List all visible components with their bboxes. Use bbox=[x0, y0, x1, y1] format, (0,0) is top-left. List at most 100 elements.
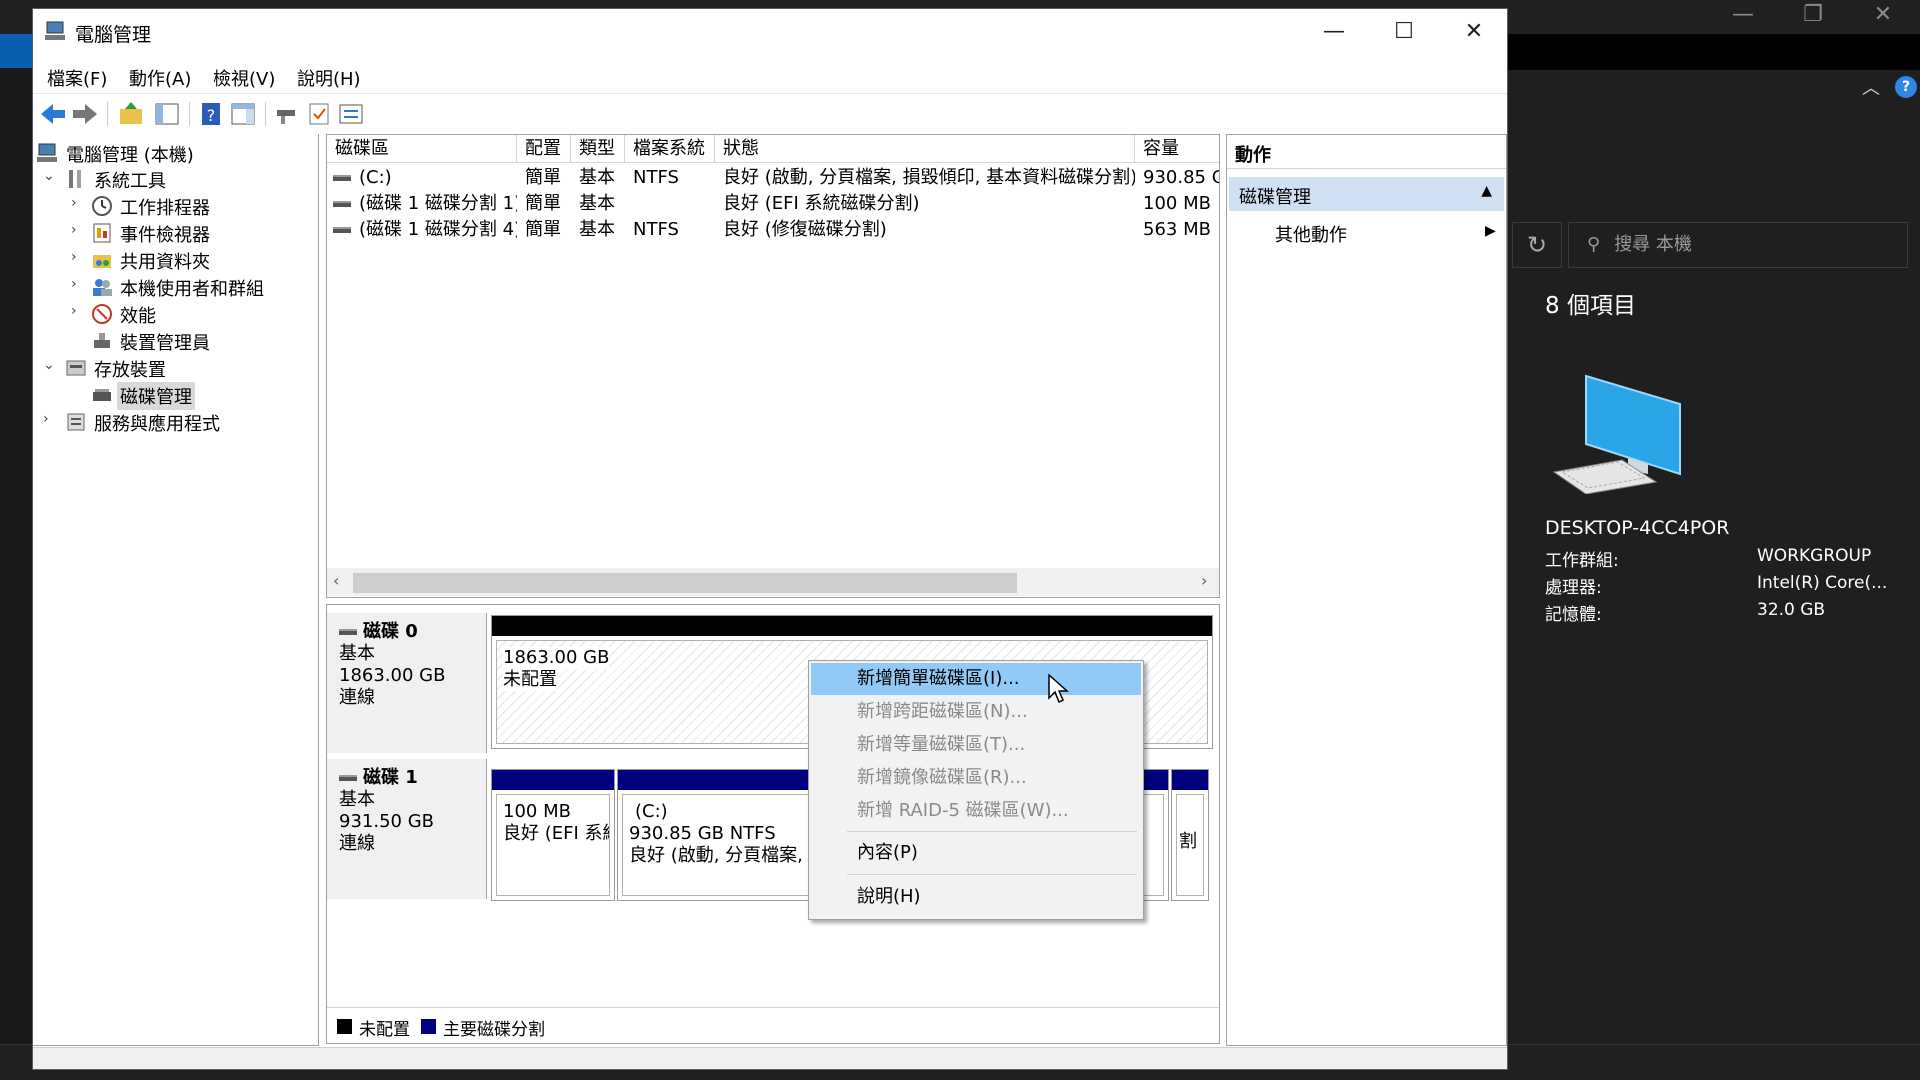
chevron-right-icon[interactable]: › bbox=[71, 195, 85, 211]
forward-arrow-icon[interactable] bbox=[71, 100, 99, 128]
disk1-label[interactable]: 磁碟 1 基本 931.50 GB 連線 bbox=[327, 759, 487, 899]
horizontal-scrollbar[interactable]: ‹ › bbox=[327, 568, 1219, 596]
volume-list: 磁碟區 配置 類型 檔案系統 狀態 容量 (C:) 簡單 基本 NTFS 良好 … bbox=[326, 134, 1220, 598]
bg-restore-icon[interactable]: ❐ bbox=[1788, 2, 1838, 27]
context-menu: 新增簡單磁碟區(I)... 新增跨距磁碟區(N)... 新增等量磁碟區(T)..… bbox=[808, 660, 1144, 920]
disk1-efi-partition[interactable]: 100 MB 良好 (EFI 系統 bbox=[491, 769, 615, 901]
window-title: 電腦管理 bbox=[75, 24, 152, 46]
chevron-down-icon[interactable]: ⌄ bbox=[43, 357, 57, 373]
menu-item-new-simple-volume[interactable]: 新增簡單磁碟區(I)... bbox=[811, 663, 1141, 695]
background-file-tab[interactable] bbox=[0, 34, 34, 68]
help-icon[interactable]: ? bbox=[1895, 76, 1917, 98]
menu-separator bbox=[847, 831, 1137, 832]
minimize-button[interactable]: — bbox=[1299, 9, 1369, 55]
storage-icon bbox=[66, 360, 86, 376]
chevron-right-icon[interactable]: › bbox=[71, 276, 85, 292]
properties-icon[interactable] bbox=[337, 100, 365, 128]
cell-volume: (磁碟 1 磁碟分割 1) bbox=[333, 191, 517, 217]
disk1-recovery-partition[interactable]: 割 bbox=[1171, 769, 1209, 901]
cell-capacity: 100 MB bbox=[1143, 193, 1211, 214]
scrollbar-thumb[interactable] bbox=[353, 573, 1017, 593]
table-row[interactable]: (C:) 簡單 基本 NTFS 良好 (啟動, 分頁檔案, 損毀傾印, 基本資料… bbox=[327, 165, 1219, 191]
cell-status: 良好 (啟動, 分頁檔案, 損毀傾印, 基本資料磁碟分割) bbox=[723, 167, 1135, 188]
cell-capacity: 563 MB bbox=[1143, 219, 1211, 240]
menu-separator bbox=[847, 874, 1137, 875]
refresh-icon[interactable]: ↻ bbox=[1512, 222, 1562, 268]
menu-action[interactable]: 動作(A) bbox=[129, 65, 191, 91]
cell-capacity: 930.85 G bbox=[1143, 167, 1219, 188]
column-filesystem[interactable]: 檔案系統 bbox=[625, 135, 715, 163]
legend-primary-label: 主要磁碟分割 bbox=[443, 1020, 545, 1040]
menu-item-new-spanned-volume[interactable]: 新增跨距磁碟區(N)... bbox=[811, 696, 1141, 728]
chevron-down-icon[interactable]: ⌄ bbox=[43, 168, 57, 184]
cell-type: 基本 bbox=[579, 219, 615, 240]
column-capacity[interactable]: 容量 bbox=[1135, 135, 1219, 163]
svg-text:?: ? bbox=[207, 106, 216, 125]
bg-minimize-icon[interactable]: — bbox=[1718, 2, 1768, 27]
show-hide-tree-icon[interactable] bbox=[153, 100, 181, 128]
bg-close-icon[interactable]: ✕ bbox=[1858, 2, 1908, 27]
back-arrow-icon[interactable] bbox=[39, 100, 67, 128]
volume-icon bbox=[333, 227, 351, 233]
chevron-right-icon[interactable]: › bbox=[43, 411, 57, 427]
more-actions-item[interactable]: 其他動作 bbox=[1275, 221, 1347, 247]
column-volume[interactable]: 磁碟區 bbox=[327, 135, 517, 163]
computer-management-window: 電腦管理 — ☐ ✕ 檔案(F) 動作(A) 檢視(V) 說明(H) ? 電腦管… bbox=[32, 8, 1508, 1070]
menu-file[interactable]: 檔案(F) bbox=[47, 65, 107, 91]
toolbar: ? bbox=[33, 93, 1507, 133]
chevron-right-icon[interactable]: › bbox=[71, 222, 85, 238]
computer-icon[interactable] bbox=[1552, 374, 1684, 494]
window-statusbar bbox=[33, 1047, 1507, 1069]
cell-layout: 簡單 bbox=[525, 193, 561, 214]
menu-item-new-raid5-volume[interactable]: 新增 RAID-5 磁碟區(W)... bbox=[811, 795, 1141, 827]
table-row[interactable]: (磁碟 1 磁碟分割 1) 簡單 基本 良好 (EFI 系統磁碟分割) 100 … bbox=[327, 191, 1219, 217]
connect-icon[interactable] bbox=[273, 100, 301, 128]
chevron-right-icon[interactable]: › bbox=[71, 249, 85, 265]
legend-unallocated-label: 未配置 bbox=[359, 1020, 410, 1040]
actions-section-disk-management[interactable]: 磁碟管理 ▲ bbox=[1229, 177, 1504, 211]
search-input[interactable]: ⚲ 搜尋 本機 bbox=[1568, 222, 1908, 268]
tools-icon bbox=[69, 170, 81, 188]
column-status[interactable]: 狀態 bbox=[715, 135, 1135, 163]
menubar: 檔案(F) 動作(A) 檢視(V) 說明(H) bbox=[33, 57, 1507, 93]
volume-icon bbox=[333, 175, 351, 181]
cell-status: 良好 (修復磁碟分割) bbox=[723, 219, 887, 240]
scroll-right-icon[interactable]: › bbox=[1201, 571, 1207, 590]
console-tree: 電腦管理 (本機) ⌄ 系統工具 › 工作排程器 › 事件檢視器 › 共用資料夾… bbox=[33, 134, 319, 1046]
mouse-cursor-icon bbox=[1048, 674, 1069, 704]
disk0-label[interactable]: 磁碟 0 基本 1863.00 GB 連線 bbox=[327, 613, 487, 753]
menu-item-help[interactable]: 說明(H) bbox=[811, 881, 1141, 913]
cell-volume: (C:) bbox=[333, 165, 517, 191]
users-icon bbox=[93, 279, 112, 296]
scroll-left-icon[interactable]: ‹ bbox=[333, 571, 339, 590]
column-layout[interactable]: 配置 bbox=[517, 135, 571, 163]
collapse-triangle-icon[interactable]: ▲ bbox=[1481, 183, 1492, 199]
actions-header: 動作 bbox=[1227, 135, 1506, 169]
tree-label: 存放裝置 bbox=[94, 360, 166, 381]
up-folder-icon[interactable] bbox=[117, 100, 145, 128]
legend: 未配置 主要磁碟分割 bbox=[327, 1007, 1219, 1043]
menu-help[interactable]: 說明(H) bbox=[297, 65, 361, 91]
legend-unallocated-swatch bbox=[337, 1019, 352, 1034]
ribbon-collapse-icon[interactable]: ︿ bbox=[1862, 74, 1880, 100]
show-hide-action-pane-icon[interactable] bbox=[229, 100, 257, 128]
chevron-right-icon[interactable]: › bbox=[71, 303, 85, 319]
cell-volume: (磁碟 1 磁碟分割 4) bbox=[333, 217, 517, 243]
submenu-triangle-icon[interactable]: ▶ bbox=[1485, 223, 1496, 239]
column-type[interactable]: 類型 bbox=[571, 135, 625, 163]
tree-label: 服務與應用程式 bbox=[94, 414, 220, 435]
menu-item-new-mirrored-volume[interactable]: 新增鏡像磁碟區(R)... bbox=[811, 762, 1141, 794]
close-button[interactable]: ✕ bbox=[1439, 9, 1509, 55]
help-book-icon[interactable]: ? bbox=[197, 100, 225, 128]
info-processor: 處理器: Intel(R) Core(... bbox=[1545, 573, 1888, 598]
volume-icon bbox=[333, 201, 351, 207]
maximize-button[interactable]: ☐ bbox=[1369, 9, 1439, 55]
table-row[interactable]: (磁碟 1 磁碟分割 4) 簡單 基本 NTFS 良好 (修復磁碟分割) 563… bbox=[327, 217, 1219, 243]
menu-item-properties[interactable]: 內容(P) bbox=[811, 837, 1141, 869]
menu-item-new-striped-volume[interactable]: 新增等量磁碟區(T)... bbox=[811, 729, 1141, 761]
tree-label: 事件檢視器 bbox=[120, 225, 210, 246]
performance-icon bbox=[92, 304, 112, 324]
menu-view[interactable]: 檢視(V) bbox=[213, 65, 275, 91]
event-log-icon bbox=[93, 223, 111, 243]
checklist-icon[interactable] bbox=[305, 100, 333, 128]
